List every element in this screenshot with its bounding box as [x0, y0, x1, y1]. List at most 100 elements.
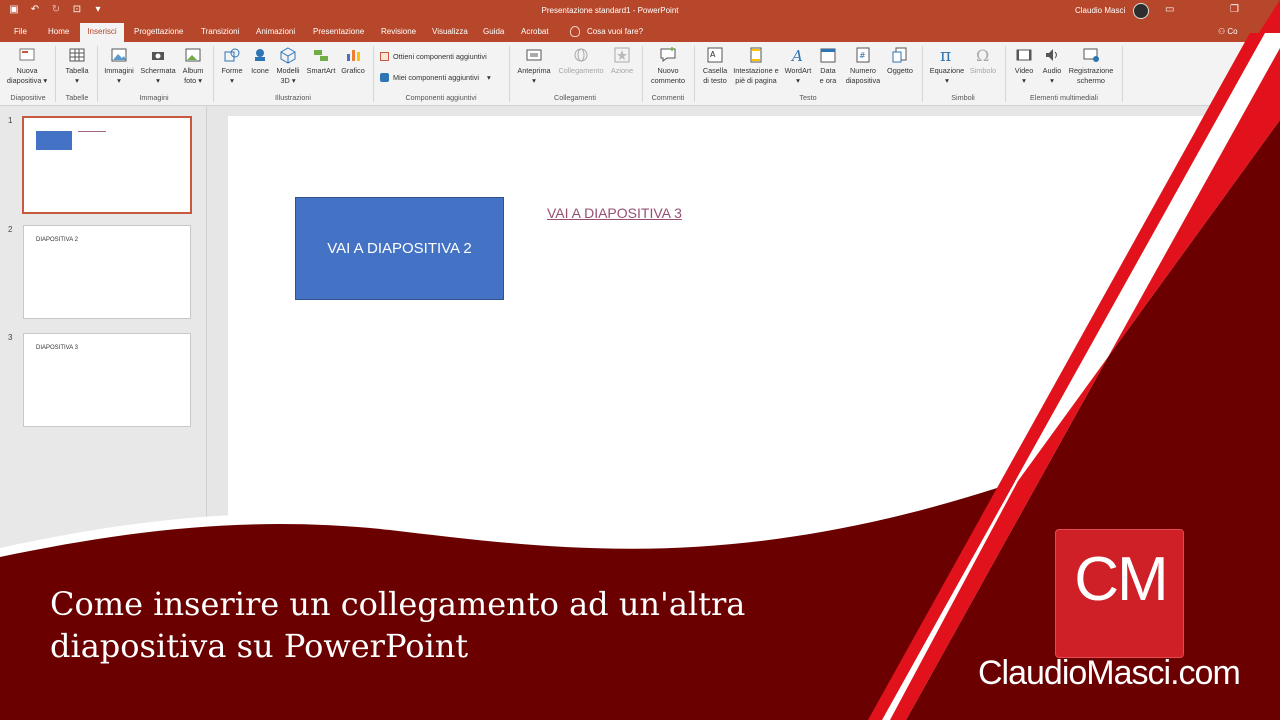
pi-icon: π [940, 46, 951, 64]
slide-thumbnail-2[interactable]: DIAPOSITIVA 2 [23, 225, 191, 319]
header-footer-button[interactable]: Intestazione e piè di pagina [732, 46, 780, 86]
group-divider [509, 46, 510, 102]
my-addins-button[interactable]: Miei componenti aggiuntivi ▾ [380, 73, 491, 82]
link-button[interactable]: Collegamento [556, 46, 606, 76]
smartart-label: SmartArt [306, 66, 336, 75]
tab-animazioni[interactable]: Animazioni [256, 27, 295, 36]
group-divider [1122, 46, 1123, 102]
shapes-button[interactable]: Forme ▾ [218, 46, 246, 86]
restore-window-icon[interactable]: ❐ [1230, 4, 1239, 15]
table-button[interactable]: Tabella ▾ [60, 46, 94, 86]
slide-thumbnail-3[interactable]: DIAPOSITIVA 3 [23, 333, 191, 427]
omega-icon: Ω [976, 46, 989, 64]
tab-visualizza[interactable]: Visualizza [432, 27, 468, 36]
screen-recording-label-2: schermo [1077, 76, 1105, 85]
shapes-label: Forme [221, 66, 243, 75]
video-button[interactable]: Video ▾ [1010, 46, 1038, 86]
slide-hyperlink-vai-a-diapositiva-3[interactable]: VAI A DIAPOSITIVA 3 [547, 205, 682, 221]
group-divider [922, 46, 923, 102]
photo-album-button[interactable]: Album foto ▾ [179, 46, 207, 86]
audio-button[interactable]: Audio ▾ [1038, 46, 1066, 86]
thumbnail-number: 3 [8, 333, 13, 342]
chart-button[interactable]: Grafico [339, 46, 367, 76]
pictures-label: Immagini [104, 66, 134, 75]
group-divider [55, 46, 56, 102]
svg-text:A: A [790, 47, 803, 64]
text-box-label-2: di testo [703, 76, 727, 85]
comment-icon [660, 47, 676, 62]
tab-transizioni[interactable]: Transizioni [201, 27, 239, 36]
zoom-preview-button[interactable]: Anteprima ▾ [514, 46, 554, 86]
tab-inserisci[interactable]: Inserisci [80, 23, 124, 42]
screen-recording-label: Registrazione [1068, 66, 1114, 75]
screenshot-button[interactable]: Schermata ▾ [139, 46, 177, 86]
slide-number-icon: # [856, 47, 870, 63]
tab-presentazione[interactable]: Presentazione [313, 27, 364, 36]
svg-text:#: # [859, 51, 866, 60]
headline-line-1: Come inserire un collegamento ad un'altr… [50, 585, 746, 623]
group-label-diapositive: Diapositive [10, 93, 46, 102]
window-title: Presentazione standard1 - PowerPoint [541, 6, 679, 15]
text-box-label: Casella [702, 66, 728, 75]
3d-models-button[interactable]: Modelli 3D ▾ [274, 46, 302, 86]
tab-revisione[interactable]: Revisione [381, 27, 416, 36]
picture-icon [111, 48, 127, 62]
slide-shape-vai-a-diapositiva-2[interactable]: VAI A DIAPOSITIVA 2 [295, 197, 504, 300]
smartart-icon [314, 50, 328, 61]
screen-recording-button[interactable]: Registrazione schermo [1066, 46, 1116, 86]
action-button[interactable]: Azione [608, 46, 636, 76]
user-name[interactable]: Claudio Masci [1075, 6, 1125, 15]
tell-me-search[interactable]: Cosa vuoi fare? [587, 27, 643, 36]
camera-icon [152, 52, 164, 60]
group-label-illustrazioni: Illustrazioni [275, 93, 311, 102]
icons-button[interactable]: Icone [248, 46, 272, 76]
slide-number-button[interactable]: # Numero diapositiva [842, 46, 884, 86]
tab-acrobat[interactable]: Acrobat [521, 27, 549, 36]
new-slide-label-2: diapositiva ▾ [6, 76, 48, 85]
date-time-button[interactable]: Data e ora [816, 46, 840, 86]
tab-home[interactable]: Home [48, 27, 69, 36]
film-icon [1016, 49, 1032, 61]
svg-text:π: π [940, 46, 951, 64]
ribbon-display-options-icon[interactable]: ▭ [1165, 4, 1174, 15]
share-button[interactable]: ⚇ Co [1218, 27, 1238, 36]
smartart-button[interactable]: SmartArt [304, 46, 338, 76]
photo-album-icon [185, 48, 201, 62]
new-comment-label: Nuovo [657, 66, 679, 75]
wordart-icon: A [790, 47, 803, 64]
cm-logo-letters: CM [1074, 545, 1168, 614]
group-divider [213, 46, 214, 102]
pictures-button[interactable]: Immagini ▾ [101, 46, 137, 86]
new-comment-button[interactable]: Nuovo commento [648, 46, 688, 86]
tab-progettazione[interactable]: Progettazione [134, 27, 183, 36]
group-divider [373, 46, 374, 102]
site-watermark: ClaudioMasci.com [978, 654, 1241, 692]
header-footer-label: Intestazione e [733, 66, 779, 75]
group-divider [694, 46, 695, 102]
group-label-componenti: Componenti aggiuntivi [405, 93, 477, 102]
new-slide-button[interactable]: Nuova diapositiva ▾ [6, 46, 48, 86]
wordart-button[interactable]: A WordArt ▾ [782, 46, 814, 86]
get-addins-button[interactable]: Ottieni componenti aggiuntivi [380, 52, 487, 61]
new-comment-label-2: commento [650, 76, 686, 85]
slide-thumbnail-1[interactable] [22, 116, 192, 214]
new-slide-label: Nuova [16, 66, 38, 75]
title-bar: ▣ ↶ ↻ ⊡ ▾ Presentazione standard1 - Powe… [0, 0, 1280, 22]
photo-album-label: Album [182, 66, 204, 75]
symbol-button[interactable]: Ω Simbolo [967, 46, 999, 76]
tab-guida[interactable]: Guida [483, 27, 504, 36]
star-action-icon [614, 47, 630, 63]
svg-text:A: A [710, 50, 716, 59]
object-button[interactable]: Oggetto [884, 46, 916, 76]
icons-gallery-icon [255, 49, 265, 61]
calendar-icon [820, 48, 836, 63]
header-footer-icon [750, 47, 762, 63]
tab-file[interactable]: File [14, 27, 27, 36]
thumbnail-link-line [78, 131, 106, 132]
cm-logo: CM [1055, 529, 1184, 658]
ribbon: Nuova diapositiva ▾ Diapositive Tabella ▾ … [0, 42, 1280, 106]
equation-button[interactable]: π Equazione ▾ [927, 46, 967, 86]
video-headline: Come inserire un collegamento ad un'altr… [50, 583, 810, 667]
text-box-button[interactable]: A Casella di testo [699, 46, 731, 86]
avatar[interactable] [1133, 3, 1149, 19]
